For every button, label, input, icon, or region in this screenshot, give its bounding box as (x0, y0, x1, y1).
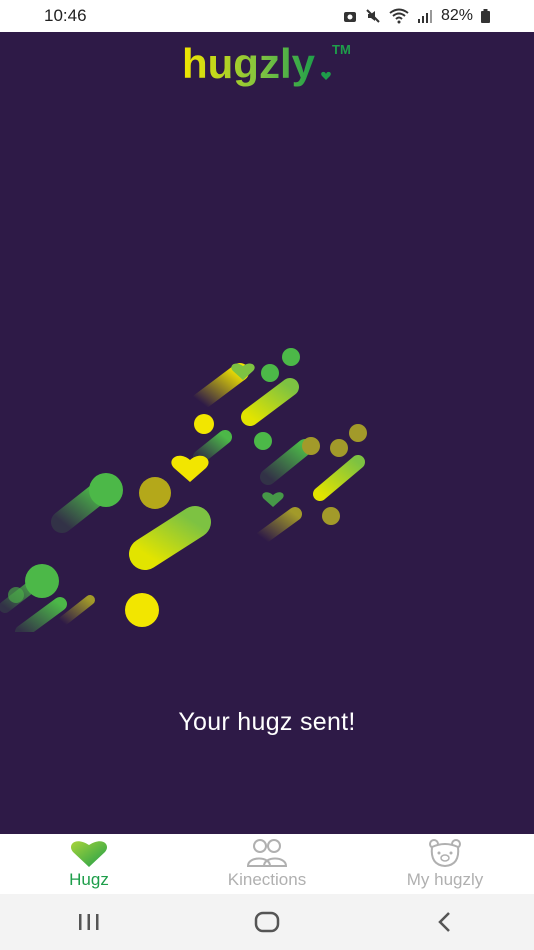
tab-my-hugzly[interactable]: My hugzly (356, 834, 534, 894)
back-icon (438, 912, 450, 932)
back-button[interactable] (415, 902, 475, 942)
system-nav-bar (0, 894, 534, 950)
battery-percent: 82% (440, 7, 473, 24)
tab-hugz[interactable]: Hugz (0, 834, 178, 894)
tab-hugz-label: Hugz (69, 870, 109, 889)
main-screen: hugzly TM Your hugz sent! (0, 32, 534, 834)
bear-icon (429, 839, 461, 868)
status-icons: 82% (343, 7, 490, 25)
wifi-icon (389, 8, 409, 24)
hugs-sent-message: Your hugz sent! (178, 708, 356, 736)
signal-icon (417, 10, 432, 23)
notification-icon (343, 12, 356, 22)
battery-icon (481, 9, 490, 23)
home-button[interactable] (237, 902, 297, 942)
recent-apps-icon (79, 914, 99, 930)
logo-trademark: TM (332, 42, 351, 57)
tab-kinections[interactable]: Kinections (178, 834, 356, 894)
mute-icon (366, 9, 380, 23)
hugs-sent-animation (0, 348, 367, 632)
bottom-tab-bar: Hugz Kinections My hugzly (0, 834, 534, 894)
status-time: 10:46 (44, 6, 87, 25)
status-bar: 10:46 82% (0, 0, 534, 32)
tab-kinections-label: Kinections (227, 870, 307, 889)
home-icon (254, 911, 280, 933)
heart-icon (70, 841, 108, 867)
recent-apps-button[interactable] (59, 902, 119, 942)
people-icon (246, 839, 288, 867)
tab-my-hugzly-label: My hugzly (406, 870, 484, 889)
hugzly-logo: hugzly TM (182, 40, 351, 87)
logo-text: hugzly (182, 40, 316, 87)
